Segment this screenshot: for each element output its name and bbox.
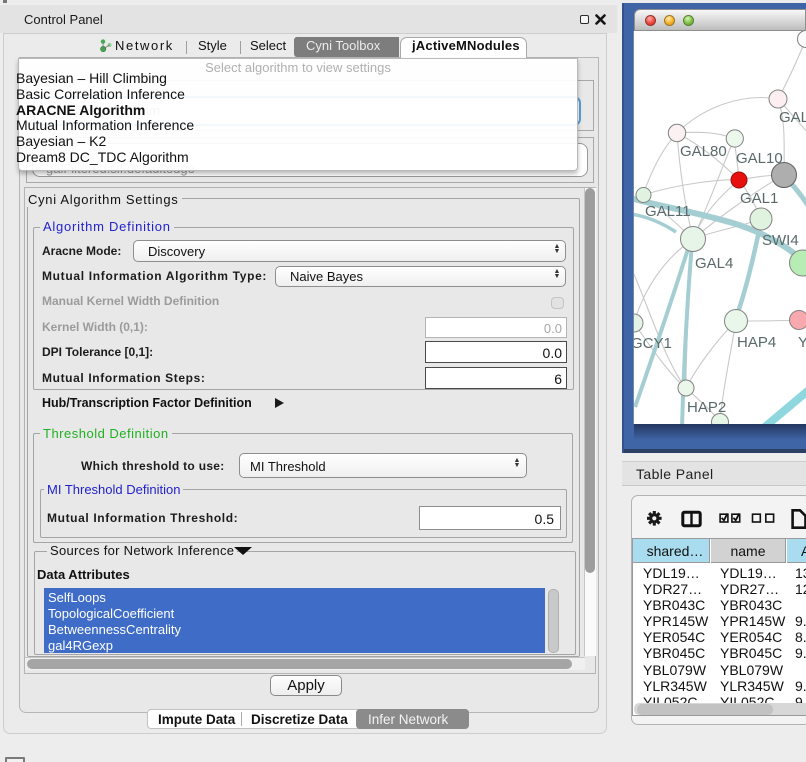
svg-text:GAL10: GAL10 [736,150,783,167]
svg-text:HAP2: HAP2 [687,399,726,416]
svg-text:HAP4: HAP4 [737,334,776,351]
svg-text:Y: Y [798,334,806,351]
svg-text:GAL1: GAL1 [740,190,778,207]
svg-text:GAL: GAL [779,109,806,126]
svg-text:GAL11: GAL11 [645,203,691,220]
svg-text:GAL80: GAL80 [680,143,727,160]
svg-text:SWI4: SWI4 [762,232,799,249]
svg-text:GAL4: GAL4 [695,255,733,272]
svg-text:GCY1: GCY1 [634,335,672,352]
